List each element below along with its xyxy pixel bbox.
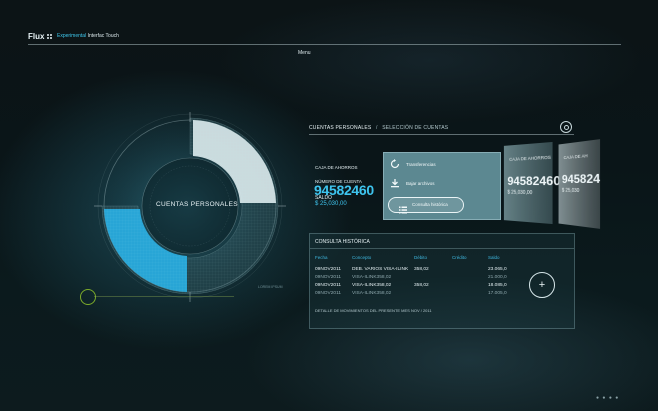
history-title: CONSULTA HISTÓRICA xyxy=(315,239,370,245)
cell-saldo: 21.000,0 xyxy=(488,275,507,280)
cell-fecha: 09NOV2011 xyxy=(315,267,342,272)
cell-saldo: 17.005,0 xyxy=(488,291,507,296)
list-icon xyxy=(399,201,407,219)
column-header-concepto: Concepto xyxy=(352,255,372,260)
refresh-icon[interactable] xyxy=(560,121,572,133)
top-bar: Flux Experimental Interfac Touch Menu xyxy=(0,0,658,60)
download-files-label: Bajar archivos xyxy=(406,180,435,186)
app-subtitle: Experimental Interfac Touch xyxy=(57,33,119,39)
history-footer: DETALLE DE MOVIMIENTOS DEL PRESENTE MES … xyxy=(315,308,432,313)
breadcrumb: CUENTAS PERSONALES / SELECCIÓN DE CUENTA… xyxy=(309,125,448,131)
account-card-number: 945824 xyxy=(561,171,601,187)
cell-concepto: VISA-ILINK358,02 xyxy=(352,291,392,296)
column-header-debito: Débito xyxy=(414,255,428,260)
brand-name: Flux xyxy=(28,32,45,41)
ring-side-text: LOREM IPSUM xyxy=(258,285,283,289)
cell-debito: 358,02 xyxy=(414,267,429,272)
header-divider xyxy=(28,44,621,45)
cell-concepto: DEB. VARIOS VISA-ILINK xyxy=(352,267,409,272)
column-header-saldo: Saldo xyxy=(488,255,500,260)
selected-account-card[interactable]: CAJA DE AHORROS NÚMERO DE CUENTA 9458246… xyxy=(309,152,379,217)
brand-dots-icon xyxy=(47,33,53,40)
add-button[interactable]: + xyxy=(529,272,555,298)
column-header-fecha: Fecha xyxy=(315,255,328,260)
account-card-type: CAJA DE AHORROS xyxy=(509,154,551,162)
account-card-3[interactable]: CAJA DE AH 945824 $ 25,030 xyxy=(558,139,601,229)
refresh-circle-icon xyxy=(390,159,400,169)
history-query-button[interactable]: Consulta histórica xyxy=(388,197,464,214)
cell-concepto: VISA-ILINK358,02 xyxy=(352,283,392,288)
subtitle-rest: Interfac Touch xyxy=(87,33,119,39)
transfer-button[interactable]: Transferencias xyxy=(390,159,436,169)
breadcrumb-item-seleccion[interactable]: SELECCIÓN DE CUENTAS xyxy=(382,125,448,131)
cell-fecha: 09NOV2011 xyxy=(315,291,342,296)
transfer-label: Transferencias xyxy=(406,161,436,167)
account-card-type: CAJA DE AH xyxy=(563,153,588,161)
breadcrumb-item-cuentas[interactable]: CUENTAS PERSONALES xyxy=(309,125,371,131)
brand-logo[interactable]: Flux xyxy=(28,32,53,41)
account-actions-panel: Transferencias Bajar archivos Consulta h… xyxy=(383,152,501,220)
cell-concepto: VISA-ILINK358,02 xyxy=(352,275,392,280)
subtitle-accent: Experimental xyxy=(57,33,87,39)
cell-fecha: 09NOV2011 xyxy=(315,275,342,280)
cell-debito: 358,02 xyxy=(414,283,429,288)
target-circle-icon xyxy=(80,289,96,305)
account-card-balance: $ 25,030 xyxy=(561,187,580,195)
history-query-label: Consulta histórica xyxy=(412,202,448,207)
column-header-credito: Crédito xyxy=(452,255,467,260)
decorative-line xyxy=(94,296,234,297)
download-icon xyxy=(390,178,400,188)
balance-value: $ 25,030,00 xyxy=(315,201,347,207)
ring-label: CUENTAS PERSONALES xyxy=(156,201,238,208)
history-divider xyxy=(310,248,574,249)
account-card-2[interactable]: CAJA DE AHORROS 94582460 $ 25,030,00 xyxy=(503,141,561,225)
breadcrumb-separator: / xyxy=(376,125,378,131)
download-files-button[interactable]: Bajar archivos xyxy=(390,178,435,188)
cell-saldo: 18.085,0 xyxy=(488,283,507,288)
account-card-balance: $ 25,030,00 xyxy=(507,189,533,197)
cell-fecha: 09NOV2011 xyxy=(315,283,342,288)
panel-divider xyxy=(309,134,574,135)
account-card-number: 94582460 xyxy=(507,173,561,189)
pagination-dots[interactable]: ● ● ● ● xyxy=(596,395,619,401)
account-type: CAJA DE AHORROS xyxy=(315,165,358,170)
menu-button[interactable]: Menu xyxy=(298,50,311,56)
cell-saldo: 23.065,0 xyxy=(488,267,507,272)
